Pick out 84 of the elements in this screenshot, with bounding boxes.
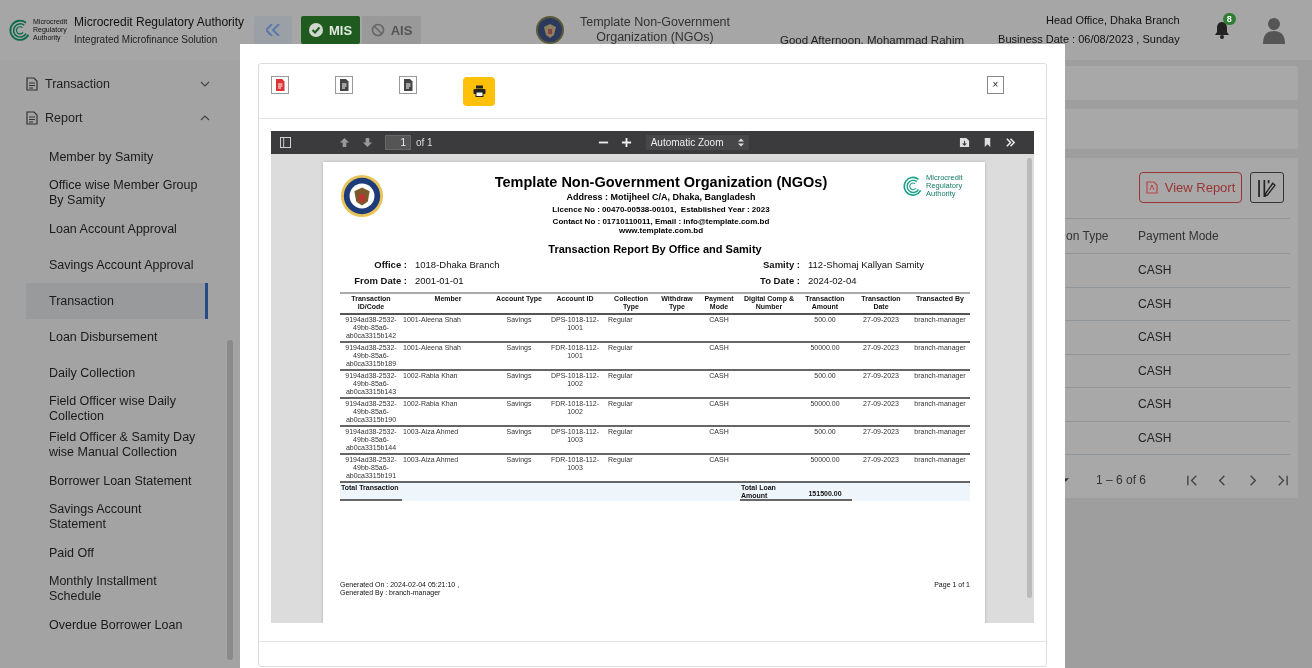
branch-name: Head Office, Dhaka Branch [1045,13,1180,28]
check-icon [308,23,323,37]
seal-icon [535,15,565,45]
scrollbar[interactable] [1027,158,1032,598]
filter-value: 2001-01-01 [415,275,465,286]
chevron-up-icon [200,115,210,121]
sidebar-submenu-item[interactable]: Transaction [26,283,208,319]
logo-rings-icon [902,175,924,197]
document-icon [26,77,38,91]
double-chevron-left-icon [266,24,280,36]
arrow-down-icon[interactable] [362,137,373,148]
blocked-icon [370,23,385,37]
contact-text: Contact No : 01710110011, Email : info@template.com.bd [551,217,771,226]
org-title: Microcredit Regulatory Authority [74,15,245,29]
sidebar-submenu-item[interactable]: Loan Account Approval [26,211,208,247]
page-number-field[interactable]: 1 [385,135,411,150]
sidebar-submenu-item[interactable]: Field Officer wise Daily Collection [26,391,208,427]
excel-file-icon[interactable] [399,76,417,94]
organization-name: Template Non-Government Organization (NGOs) [578,15,732,45]
double-chevron-icon[interactable] [1005,137,1016,148]
notification-bell-icon[interactable] [1213,21,1230,39]
column-header: on Type [1066,229,1110,243]
last-page-icon[interactable] [1276,473,1290,487]
sidebar-submenu-item[interactable]: Member by Samity [26,139,208,175]
zoom-in-icon[interactable] [620,137,632,148]
table-cell-text: CASH [1138,430,1173,445]
logo-rings-icon [8,18,32,42]
close-button[interactable]: × [987,76,1004,94]
sidebar-submenu-item[interactable]: Monthly Installment Schedule [26,571,208,607]
zoom-select[interactable]: Automatic Zoom [645,135,749,150]
sidebar-submenu-item[interactable]: Savings Account Statement [26,499,208,535]
sidebar-menu-item[interactable]: Transaction [26,67,210,101]
filter-label: To Date : [759,275,800,286]
sidebar-toggle-icon[interactable] [280,137,291,148]
column-settings-button[interactable] [1250,172,1284,203]
download-icon[interactable] [959,137,970,148]
seal-icon [340,174,384,218]
scrollbar[interactable] [227,340,233,660]
sidebar-submenu-item[interactable]: Loan Disbursement [26,319,208,355]
sort-arrows-icon [737,138,744,147]
user-avatar-icon[interactable] [1261,16,1286,44]
sidebar-submenu-item[interactable]: Overdue Borrower Loan [26,607,208,643]
first-page-icon[interactable] [1186,473,1200,487]
column-header: Payment Mode [1138,229,1220,243]
filter-value: 1018-Dhaka Branch [415,259,501,270]
word-file-icon[interactable] [335,76,353,94]
notification-count: 8 [1222,13,1236,25]
chevron-down-icon [200,81,210,87]
table-cell-text: CASH [1138,363,1173,378]
pagination-range: 1 – 6 of 6 [1096,473,1147,487]
org-subtitle: Integrated Microfinance Solution [74,34,219,45]
address-text: Address : Motijheel C/A, Dhaka, Bangladesh [565,192,757,202]
business-date: Business Date : 06/08/2023 , Sunday [998,32,1180,47]
table-cell-text: CASH [1138,330,1173,345]
report-subtitle: Transaction Report By Office and Samity [547,243,763,255]
filter-label: From Date : [353,275,407,286]
sidebar-submenu-item[interactable]: Field Officer & Samity Day wise Manual Collection [26,427,208,463]
printer-icon [472,85,486,97]
table-cell-text: CASH [1138,397,1173,412]
sidebar-submenu-item[interactable]: Paid Off [26,535,208,571]
filter-value: 2024-02-04 [808,275,858,286]
document-icon [26,111,38,125]
table-cell-text: CASH [1138,263,1173,278]
website-text: www.template.com.bd [617,226,705,235]
pdf-file-icon[interactable] [271,76,289,94]
sidebar-submenu-item[interactable]: Borrower Loan Statement [26,463,208,499]
page-count: of 1 [416,137,433,148]
arrow-up-icon[interactable] [339,137,350,148]
pdf-file-icon [1145,181,1158,194]
filter-label: Office : [373,259,407,270]
licence-text: Licence No : 00470-00538-00101, Established Year : 2023 [551,205,771,214]
columns-pencil-icon [1258,178,1276,197]
report-title: Template Non-Government Organization (NGOs) [493,174,829,191]
greeting-text: Good Afternoon, Mohammad Rahim [780,34,965,46]
module-tab[interactable]: MIS [301,16,360,44]
filter-label: Samity : [762,259,800,270]
sidebar-submenu-item[interactable]: Office wise Member Group By Samity [26,175,208,211]
table-cell-text: CASH [1138,296,1173,311]
sidebar-menu-item[interactable]: Report [26,101,210,135]
sidebar-submenu-item[interactable]: Savings Account Approval [26,247,208,283]
bookmark-icon[interactable] [982,137,993,148]
sidebar-submenu-item[interactable]: Daily Collection [26,355,208,391]
print-button[interactable] [463,76,495,106]
filter-value: 112-Shomaj Kallyan Samity [808,259,925,270]
